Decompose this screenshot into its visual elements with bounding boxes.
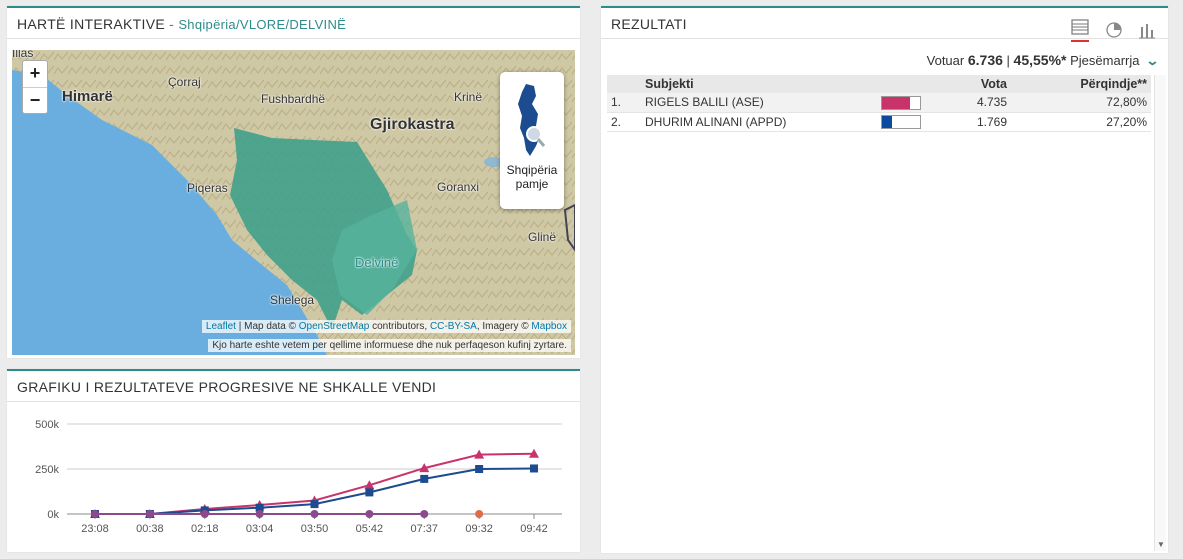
view-button-line2: pamje <box>515 177 549 191</box>
mapbox-link[interactable]: Mapbox <box>531 321 567 332</box>
data-point <box>310 510 319 518</box>
share-bar <box>881 114 921 129</box>
place-delvine: Delvinë <box>355 255 399 270</box>
x-tick-label: 23:08 <box>81 523 109 535</box>
view-switcher <box>1060 18 1156 42</box>
chart-panel: GRAFIKU I REZULTATEVE PROGRESIVE NE SHKA… <box>7 369 580 552</box>
x-tick-label: 03:50 <box>301 523 329 535</box>
data-point <box>475 465 484 473</box>
voted-label: Votuar <box>926 53 965 68</box>
progress-line-chart: 500k 250k 0k 23:08 00:38 02:18 03:04 03:50 05:42… <box>35 419 562 535</box>
data-point <box>420 474 429 483</box>
row-votes: 1.769 <box>941 112 1011 132</box>
x-tick-label: 03:04 <box>246 523 274 535</box>
row-votes: 4.735 <box>941 93 1011 113</box>
albania-map-icon <box>518 84 546 156</box>
col-rank <box>607 75 645 93</box>
albania-view-button[interactable]: Shqipëria pamje <box>500 72 564 209</box>
col-bar <box>881 75 941 93</box>
map-title: HARTË INTERAKTIVE <box>17 16 165 32</box>
x-tick-label: 00:38 <box>136 523 164 535</box>
summary-divider: | <box>1006 53 1010 68</box>
voted-value: 6.736 <box>967 52 1003 68</box>
turnout-label: Pjesëmarrja <box>1070 53 1140 68</box>
data-point <box>145 510 154 518</box>
row-bar-cell <box>881 93 941 113</box>
table-row[interactable]: 2. DHURIM ALINANI (APPD) 1.769 27,20% <box>607 112 1151 132</box>
title-separator: - <box>164 16 179 32</box>
results-table: Subjekti Vota Përqindje** 1. RIGELS BALIL… <box>607 75 1151 132</box>
scroll-down-icon[interactable]: ▼ <box>1157 540 1165 549</box>
data-point <box>420 510 429 518</box>
attribution-text: contributors, <box>369 321 430 332</box>
map-breadcrumb[interactable]: Shqipëria/VLORE/DELVINË <box>178 17 346 32</box>
data-point <box>365 510 374 518</box>
row-rank: 2. <box>607 112 645 132</box>
x-tick-label: 05:42 <box>356 523 384 535</box>
turnout-summary[interactable]: Votuar 6.736 | 45,55%* Pjesëmarrja ⌄ <box>926 52 1160 69</box>
y-tick-label: 0k <box>47 509 59 521</box>
x-tick-label: 09:32 <box>465 523 493 535</box>
zoom-out-button[interactable]: − <box>23 87 47 113</box>
data-point <box>200 510 209 518</box>
map-disclaimer: Kjo harte eshte vetem per qellime inform… <box>208 339 571 352</box>
results-panel: REZULTATI Votuar 6.736 | 45,55%* Pjesëma… <box>601 6 1168 553</box>
view-button-line1: Shqipëria <box>506 163 558 177</box>
place-corraj: Çorraj <box>168 75 201 89</box>
bar-chart-icon[interactable] <box>1138 21 1156 39</box>
place-piqeras: Piqeras <box>187 181 228 195</box>
share-bar-fill <box>882 115 893 128</box>
place-shelega: Shelega <box>270 293 315 307</box>
attribution-text: , Imagery © <box>476 321 532 332</box>
place-gline: Glinë <box>528 230 557 244</box>
place-krine: Krinë <box>454 90 483 104</box>
row-percent: 72,80% <box>1011 93 1151 113</box>
chart-title: GRAFIKU I REZULTATEVE PROGRESIVE NE SHKA… <box>7 371 580 402</box>
share-bar <box>881 95 921 110</box>
chevron-down-icon[interactable]: ⌄ <box>1145 53 1159 69</box>
col-votes[interactable]: Vota <box>941 75 1011 93</box>
map-attribution: Leaflet | Map data © OpenStreetMap contr… <box>201 320 571 333</box>
osm-link[interactable]: OpenStreetMap <box>299 321 370 332</box>
row-subject: DHURIM ALINANI (APPD) <box>645 112 881 132</box>
row-subject: RIGELS BALILI (ASE) <box>645 93 881 113</box>
row-percent: 27,20% <box>1011 112 1151 132</box>
place-illas: Illas <box>12 50 34 60</box>
data-point <box>365 488 374 497</box>
share-bar-fill <box>882 96 910 109</box>
data-point <box>475 510 484 518</box>
turnout-value: 45,55%* <box>1013 52 1067 68</box>
col-percent[interactable]: Përqindje** <box>1011 75 1151 93</box>
data-point <box>310 500 319 509</box>
data-point <box>530 464 538 473</box>
map-panel: HARTË INTERAKTIVE - Shqipëria/VLORE/DELV… <box>7 6 580 358</box>
x-tick-label: 09:42 <box>520 523 548 535</box>
leaflet-link[interactable]: Leaflet <box>206 321 236 332</box>
place-himare: Himarë <box>62 88 113 105</box>
place-fushbardhe: Fushbardhë <box>261 92 326 106</box>
x-tick-label: 07:37 <box>410 523 438 535</box>
y-tick-label: 250k <box>35 464 59 476</box>
table-row[interactable]: 1. RIGELS BALILI (ASE) 4.735 72,80% <box>607 93 1151 113</box>
attribution-text: | Map data © <box>235 321 299 332</box>
row-bar-cell <box>881 112 941 132</box>
results-scrollbar[interactable]: ▼ <box>1154 75 1166 551</box>
y-tick-label: 500k <box>35 419 59 431</box>
zoom-in-button[interactable]: + <box>23 61 47 87</box>
x-tick-label: 02:18 <box>191 523 219 535</box>
col-subject[interactable]: Subjekti <box>645 75 881 93</box>
pie-chart-icon[interactable] <box>1105 21 1123 39</box>
place-gjirokastra: Gjirokastra <box>370 116 455 133</box>
interactive-map[interactable]: Illas Himarë Çorraj Fushbardhë Krinë Gji… <box>12 50 575 355</box>
table-icon[interactable] <box>1071 18 1090 42</box>
map-panel-title: HARTË INTERAKTIVE - Shqipëria/VLORE/DELV… <box>7 8 580 39</box>
license-link[interactable]: CC-BY-SA <box>430 321 477 332</box>
data-point <box>91 510 99 518</box>
data-point <box>255 510 264 518</box>
zoom-control: + − <box>22 60 48 114</box>
place-goranxi: Goranxi <box>437 180 480 194</box>
row-rank: 1. <box>607 93 645 113</box>
